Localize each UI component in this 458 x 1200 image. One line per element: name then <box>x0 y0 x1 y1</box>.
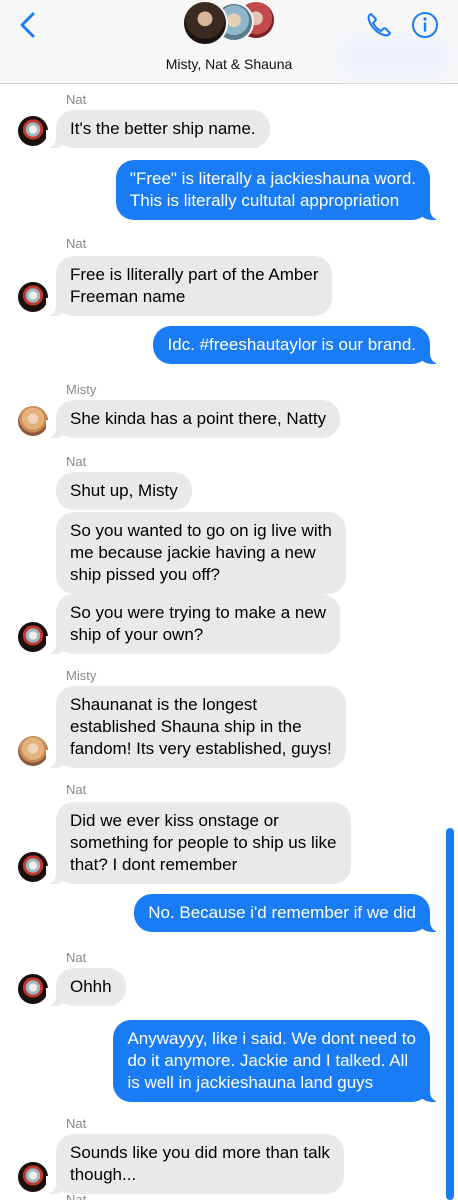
info-button[interactable] <box>410 10 440 40</box>
sender-name: Nat <box>66 454 87 469</box>
message-bubble-incoming[interactable]: It's the better ship name. <box>46 110 270 148</box>
message-bubble-outgoing[interactable]: Anywayyy, like i said. We dont need to d… <box>113 1020 440 1102</box>
avatar <box>18 852 48 882</box>
message-text: So you were trying to make a new ship of… <box>70 603 327 644</box>
avatar <box>18 622 48 652</box>
conversation-header: Misty, Nat & Shauna <box>0 0 458 84</box>
scrollbar[interactable] <box>446 828 454 1200</box>
message-text: No. Because i'd remember if we did <box>148 903 416 922</box>
message-text: "Free" is literally a jackieshauna word.… <box>129 169 416 210</box>
message-text: Anywayyy, like i said. We dont need to d… <box>127 1029 416 1092</box>
message-bubble-incoming[interactable]: She kinda has a point there, Natty <box>45 400 341 438</box>
blurred-region <box>340 36 448 76</box>
message-text: Shut up, Misty <box>70 481 178 500</box>
message-text: Did we ever kiss onstage or something fo… <box>70 811 337 874</box>
message-text: It's the better ship name. <box>70 119 256 138</box>
sender-name: Misty <box>66 382 97 397</box>
avatar <box>18 406 48 436</box>
message-text: Idc. #freeshautaylor is our brand. <box>167 335 416 354</box>
avatar <box>18 1162 48 1192</box>
group-avatars[interactable] <box>180 0 280 48</box>
sender-name: Nat <box>66 1116 87 1131</box>
sender-name: Nat <box>66 1192 87 1200</box>
sender-name: Nat <box>66 92 87 107</box>
message-bubble-outgoing[interactable]: No. Because i'd remember if we did <box>134 894 440 932</box>
chevron-left-icon <box>20 12 35 38</box>
message-bubble-incoming[interactable]: Free is lliterally part of the Amber Fre… <box>45 256 333 316</box>
message-text: Shaunanat is the longest established Sha… <box>70 695 332 758</box>
message-bubble-outgoing[interactable]: Idc. #freeshautaylor is our brand. <box>153 326 440 364</box>
message-bubble-incoming[interactable]: Did we ever kiss onstage or something fo… <box>46 802 351 884</box>
message-bubble-incoming[interactable]: Ohhh <box>46 968 126 1006</box>
sender-name: Misty <box>66 668 97 683</box>
sender-name: Nat <box>66 782 87 797</box>
message-bubble-incoming[interactable]: So you were trying to make a new ship of… <box>45 594 341 654</box>
phone-button[interactable] <box>364 10 394 40</box>
sender-name: Nat <box>66 236 87 251</box>
message-bubble-incoming[interactable]: Shut up, Misty <box>56 472 192 510</box>
message-text: She kinda has a point there, Natty <box>70 409 327 428</box>
sender-name: Nat <box>66 950 87 965</box>
message-bubble-incoming[interactable]: Shaunanat is the longest established Sha… <box>46 686 346 768</box>
message-text: Free is lliterally part of the Amber Fre… <box>70 265 319 306</box>
message-text: Sounds like you did more than talk thoug… <box>70 1143 330 1184</box>
avatar <box>18 974 48 1004</box>
info-icon <box>412 12 438 38</box>
message-text: Ohhh <box>70 977 112 996</box>
back-button[interactable] <box>14 10 44 40</box>
message-text: So you wanted to go on ig live with me b… <box>70 521 332 584</box>
avatar <box>18 116 48 146</box>
message-bubble-outgoing[interactable]: "Free" is literally a jackieshauna word.… <box>115 160 441 220</box>
avatar <box>18 282 48 312</box>
avatar <box>182 0 228 46</box>
message-bubble-incoming[interactable]: So you wanted to go on ig live with me b… <box>56 512 346 594</box>
message-bubble-incoming[interactable]: Sounds like you did more than talk thoug… <box>46 1134 344 1194</box>
phone-icon <box>367 13 391 37</box>
avatar <box>18 736 48 766</box>
